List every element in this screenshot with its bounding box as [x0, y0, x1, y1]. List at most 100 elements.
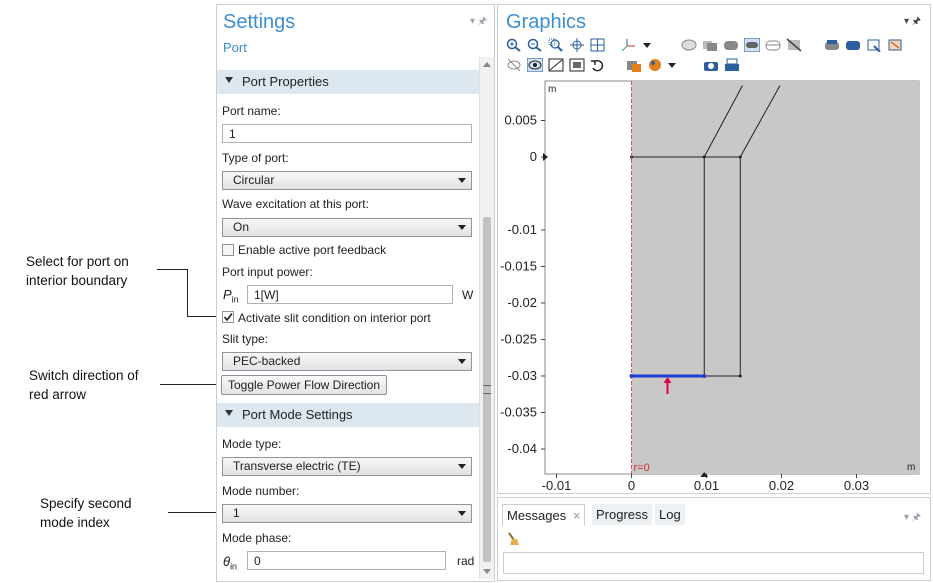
zoom-extents-icon[interactable]: [569, 38, 585, 52]
tab-progress[interactable]: Progress: [592, 504, 653, 525]
chevron-down-icon[interactable]: [643, 43, 651, 48]
zoom-selection-icon[interactable]: [590, 38, 606, 52]
y-tick-label: 0.005: [504, 113, 537, 128]
pin-icon[interactable]: ▾ 🖈: [904, 14, 921, 31]
zoom-box-icon[interactable]: [548, 38, 564, 52]
collapse-icon: [225, 77, 233, 83]
type-of-port-label: Type of port:: [222, 151, 289, 165]
y-tick-label: -0.025: [500, 332, 537, 347]
callout-line: [157, 269, 188, 270]
y-tick-label: -0.02: [507, 295, 537, 310]
mode-type-label: Mode type:: [222, 437, 282, 451]
phase-unit: rad: [457, 554, 475, 568]
wave-excitation-label: Wave excitation at this port:: [222, 197, 369, 211]
type-of-port-select[interactable]: Circular: [222, 171, 472, 190]
mode-number-label: Mode number:: [222, 484, 300, 498]
callout-line: [168, 512, 221, 513]
chevron-down-icon[interactable]: [668, 63, 676, 68]
transparency-icon[interactable]: [702, 38, 718, 52]
theta-symbol: θin: [223, 554, 238, 572]
port-input-power-input[interactable]: 1[W]: [247, 285, 453, 304]
y-tick-label: -0.015: [500, 259, 537, 274]
image-icon[interactable]: [824, 38, 840, 52]
callout-line: [187, 269, 188, 317]
hide-icon[interactable]: [786, 38, 802, 52]
go-to-view-icon[interactable]: [866, 38, 882, 52]
messages-panel: Messages × Progress Log ▾ 🖈: [497, 497, 931, 581]
wave-excitation-select[interactable]: On: [222, 218, 472, 237]
domain-fill: [631, 81, 919, 474]
select-domain-icon[interactable]: [569, 58, 585, 72]
hide-selection-icon[interactable]: [506, 58, 522, 72]
scene-light-icon[interactable]: [744, 38, 760, 52]
port-name-label: Port name:: [222, 104, 281, 118]
port-vertex: [629, 374, 634, 378]
pin-symbol: Pin: [223, 287, 239, 305]
x-unit-label: m: [907, 462, 915, 473]
scroll-down-icon[interactable]: [483, 569, 491, 574]
checkmark-icon: [223, 313, 233, 322]
enable-feedback-checkbox[interactable]: [222, 244, 234, 256]
y-tick-label: -0.04: [507, 441, 537, 456]
camera-view-icon[interactable]: [845, 38, 861, 52]
tab-log[interactable]: Log: [655, 504, 685, 525]
callout-mode-index: Specify second mode index: [40, 496, 132, 530]
geometry-vertex: [738, 374, 742, 378]
callout-toggle-direction: Switch direction of red arrow: [29, 368, 139, 402]
callout-line: [160, 384, 221, 385]
mode-type-select[interactable]: Transverse electric (TE): [222, 457, 472, 476]
wireframe-icon[interactable]: [681, 38, 697, 52]
select-boundary-icon[interactable]: [548, 58, 564, 72]
tab-messages[interactable]: Messages ×: [502, 504, 586, 526]
y-tick-label: -0.03: [507, 368, 537, 383]
axis-orientation-icon[interactable]: [621, 38, 637, 52]
close-icon[interactable]: ×: [573, 508, 581, 523]
settings-title: Settings: [223, 11, 296, 33]
scroll-up-icon[interactable]: [483, 62, 491, 67]
zoom-out-icon[interactable]: [527, 38, 543, 52]
pin-icon[interactable]: ▾ 🖈: [470, 14, 487, 31]
collapse-icon: [225, 410, 233, 416]
mode-phase-input[interactable]: 0: [247, 551, 446, 570]
settings-panel: Settings Port ▾ 🖈 Port Properties Port n…: [216, 4, 495, 582]
chevron-down-icon: [458, 511, 466, 516]
chevron-down-icon: [458, 359, 466, 364]
color-icon[interactable]: [647, 58, 663, 72]
y-unit-label: m: [548, 84, 556, 95]
chevron-down-icon: [458, 178, 466, 183]
section-port-mode-settings[interactable]: Port Mode Settings: [217, 403, 479, 427]
activate-slit-checkbox[interactable]: [222, 311, 234, 323]
activate-slit-label: Activate slit condition on interior port: [238, 311, 431, 325]
reset-view-icon[interactable]: [887, 38, 903, 52]
x-tick-label: 0.01: [694, 478, 719, 493]
toggle-power-flow-button[interactable]: Toggle Power Flow Direction: [221, 375, 387, 395]
scrollbar[interactable]: [479, 57, 494, 579]
undo-icon[interactable]: [590, 58, 606, 72]
slit-type-label: Slit type:: [222, 332, 269, 346]
plot-area[interactable]: 0.005 0 -0.01 -0.015 -0.02 -0.025 -0.03 -0.035 -…: [498, 77, 930, 493]
port-name-input[interactable]: 1: [222, 124, 472, 143]
settings-subtitle: Port: [223, 40, 247, 55]
x-tick-label: 0.02: [769, 478, 794, 493]
port-vertex: [702, 374, 707, 378]
print-icon[interactable]: [724, 58, 740, 72]
show-icon[interactable]: [527, 58, 543, 72]
slit-type-select[interactable]: PEC-backed: [222, 352, 472, 371]
render-mesh-icon[interactable]: [765, 38, 781, 52]
clear-icon[interactable]: [506, 532, 520, 546]
mode-number-select[interactable]: 1: [222, 504, 472, 523]
r0-label: r=0: [634, 462, 650, 474]
y-tick-label: -0.01: [507, 222, 537, 237]
render-icon[interactable]: [723, 38, 739, 52]
camera-icon[interactable]: [703, 58, 719, 72]
port-input-power-label: Port input power:: [222, 265, 313, 279]
chevron-down-icon: [458, 464, 466, 469]
geometry-vertex: [702, 155, 706, 159]
message-area[interactable]: [503, 552, 924, 574]
pin-icon[interactable]: ▾ 🖈: [904, 510, 921, 527]
graphics-title: Graphics: [506, 11, 587, 33]
geometry-settings-icon[interactable]: [626, 58, 642, 72]
zoom-in-icon[interactable]: [506, 38, 522, 52]
section-port-properties[interactable]: Port Properties: [217, 70, 479, 94]
y-tick-label: 0: [530, 149, 537, 164]
